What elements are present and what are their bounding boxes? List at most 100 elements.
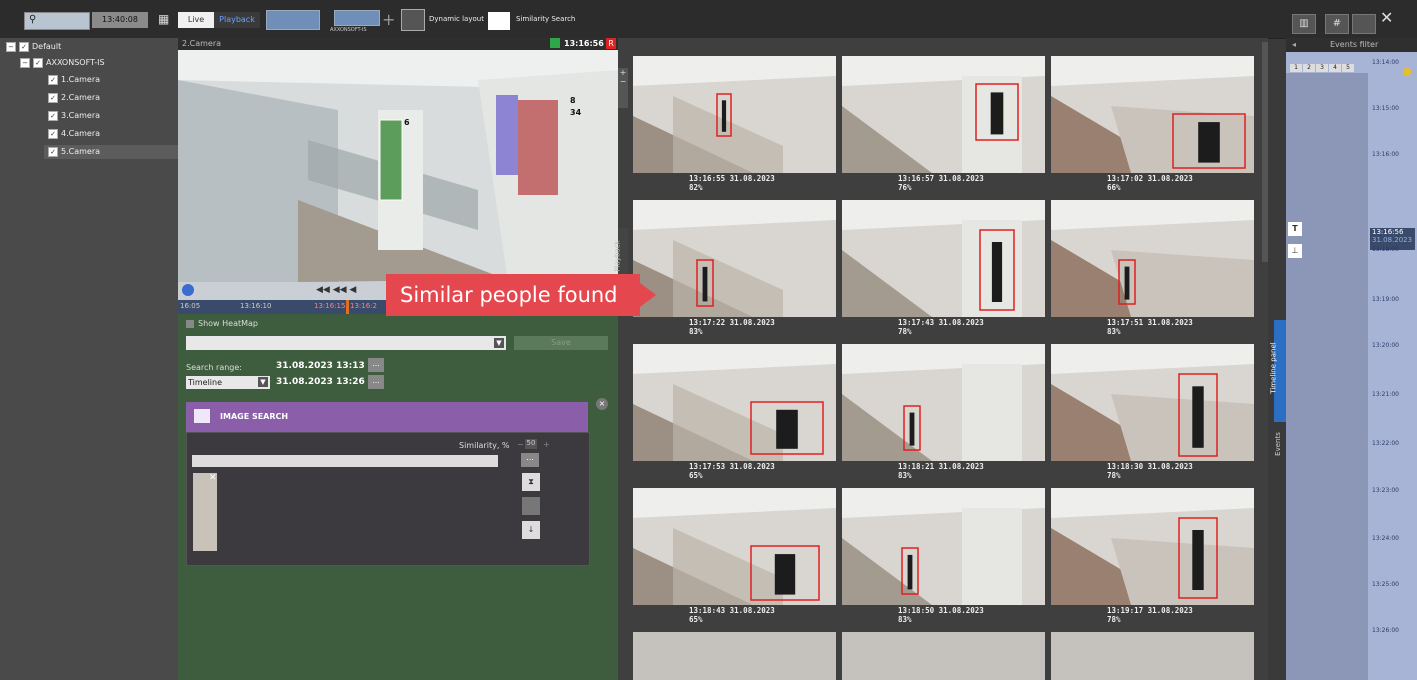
result-thumbnail[interactable] <box>1051 488 1254 605</box>
search-box[interactable]: ⚲ <box>24 12 90 30</box>
result-caption: 13:17:22 31.08.2023 83% <box>689 318 892 336</box>
grid-view-icon[interactable]: ▥ <box>1292 14 1316 34</box>
settings-tools-icon[interactable]: ✕ <box>1380 8 1402 32</box>
decrease-icon[interactable]: − <box>517 440 524 449</box>
camera-view[interactable]: 6 8 34 <box>178 50 618 282</box>
layout-thumbnail-1[interactable] <box>266 10 320 30</box>
image-path-input[interactable] <box>192 455 498 467</box>
column-header: 1 <box>1290 64 1302 72</box>
tree-camera[interactable]: ✓ 1.Camera <box>48 73 100 87</box>
alert-icon[interactable] <box>1403 68 1411 76</box>
checkbox-icon[interactable]: ✓ <box>19 41 29 52</box>
checkbox-icon[interactable]: ✓ <box>48 128 58 139</box>
chevron-down-icon[interactable]: ▼ <box>258 377 268 387</box>
person-search-icon[interactable] <box>522 497 540 515</box>
export-icon[interactable]: ⊥ <box>1288 244 1302 258</box>
result-score: 76% <box>898 183 912 192</box>
zoom-icon[interactable]: + − <box>618 68 628 108</box>
overlay-count: 8 <box>570 96 576 105</box>
rewind-icon[interactable]: ◀◀ ◀◀ ◀ <box>316 285 356 295</box>
time-mark: 13:21:00 <box>1372 391 1399 398</box>
dynamic-layout-label[interactable]: Dynamic layout <box>429 15 484 23</box>
download-icon[interactable]: ↓ <box>522 521 540 539</box>
result-thumbnail[interactable] <box>633 56 836 173</box>
collapse-icon[interactable]: − <box>20 57 30 68</box>
result-thumbnail[interactable] <box>633 632 836 680</box>
checkbox-icon[interactable]: ✓ <box>48 92 58 103</box>
result-thumbnail[interactable] <box>842 344 1045 461</box>
similarity-search-icon[interactable] <box>488 12 510 30</box>
heatmap-select[interactable]: ▼ <box>186 336 506 350</box>
result-caption: 13:18:21 31.08.2023 83% <box>898 462 1101 480</box>
result-thumbnail[interactable] <box>842 632 1045 680</box>
tree-camera[interactable]: ✓ 3.Camera <box>48 109 100 123</box>
result-thumbnail[interactable] <box>1051 344 1254 461</box>
clock-display[interactable]: 13:40:08 <box>92 12 148 28</box>
range-mode-select[interactable]: Timeline ▼ <box>186 376 270 389</box>
result-caption: 13:18:43 31.08.2023 65% <box>689 606 892 624</box>
result-thumbnail[interactable] <box>1051 632 1254 680</box>
playback-tab[interactable]: Playback <box>214 12 260 28</box>
result-thumbnail[interactable] <box>633 200 836 317</box>
result-thumbnail[interactable] <box>842 200 1045 317</box>
similarity-value[interactable]: 50 <box>525 439 537 449</box>
checkbox-icon[interactable]: ✓ <box>33 57 43 68</box>
live-tab[interactable]: Live <box>178 12 214 28</box>
current-date: 31.08.2023 <box>1372 236 1413 244</box>
time-mark: 13:16:00 <box>1372 151 1399 158</box>
tree-server[interactable]: − ✓ AXXONSOFT-IS <box>20 56 105 70</box>
result-score: 83% <box>898 471 912 480</box>
result-thumbnail[interactable] <box>1051 56 1254 173</box>
result-time: 13:16:57 31.08.2023 <box>898 174 984 183</box>
hourglass-icon[interactable]: ⧗ <box>522 473 540 491</box>
time-mark: 13:15:00 <box>1372 105 1399 112</box>
heatmap-checkbox[interactable] <box>186 320 194 328</box>
result-score: 78% <box>1107 615 1121 624</box>
events-filter-title: Events filter <box>1330 40 1379 49</box>
tree-camera[interactable]: ✓ 2.Camera <box>48 91 100 105</box>
timeline-cursor[interactable] <box>346 300 349 314</box>
increase-icon[interactable]: + <box>543 440 550 449</box>
rec-badge: R <box>606 38 616 49</box>
events-filter-header: ◂ Events filter <box>1286 38 1417 52</box>
browse-button[interactable]: ... <box>521 453 539 467</box>
checkbox-icon[interactable]: ✓ <box>48 146 58 157</box>
result-thumbnail[interactable] <box>633 488 836 605</box>
result-time: 13:19:17 31.08.2023 <box>1107 606 1193 615</box>
collapse-icon[interactable]: − <box>6 41 16 52</box>
single-view-icon[interactable] <box>1352 14 1376 34</box>
dynamic-layout-icon[interactable] <box>401 9 425 31</box>
tree-camera[interactable]: ✓ 4.Camera <box>48 127 100 141</box>
clock-icon[interactable] <box>182 284 194 296</box>
range-to-picker[interactable]: ... <box>368 375 384 389</box>
text-tool-icon[interactable]: T <box>1288 222 1302 236</box>
tree-root[interactable]: − ✓ Default <box>6 40 61 54</box>
checkbox-icon[interactable]: ✓ <box>48 74 58 85</box>
events-timeline[interactable]: ◂ Events filter 12345 T ⊥ 13:16:56 31.08… <box>1286 38 1417 680</box>
range-from-picker[interactable]: ... <box>368 358 384 372</box>
result-thumbnail[interactable] <box>1051 200 1254 317</box>
save-button[interactable]: Save <box>514 336 608 350</box>
checkbox-icon[interactable]: ✓ <box>48 110 58 121</box>
result-thumbnail[interactable] <box>633 344 836 461</box>
result-caption: 13:16:55 31.08.2023 82% <box>689 174 892 192</box>
collapse-icon[interactable]: ◂ <box>1292 40 1296 49</box>
result-thumbnail[interactable] <box>842 56 1045 173</box>
add-layout-icon[interactable]: + <box>382 10 395 29</box>
remove-image-icon[interactable]: ✕ <box>209 473 217 483</box>
close-icon[interactable]: × <box>596 398 608 410</box>
result-caption: 13:19:17 31.08.2023 78% <box>1107 606 1310 624</box>
results-scrollbar[interactable] <box>1262 42 1268 262</box>
similarity-search-label[interactable]: Similarity Search <box>516 15 575 23</box>
results-grid: + − Playback 13:16:55 31.08.2023 82% 13:16:… <box>614 38 1268 680</box>
result-thumbnail[interactable] <box>842 488 1045 605</box>
layout-thumbnail-2[interactable] <box>334 10 380 26</box>
hash-view-icon[interactable]: # <box>1325 14 1349 34</box>
tree-camera-selected[interactable]: ✓ 5.Camera <box>44 145 178 159</box>
result-score: 83% <box>898 615 912 624</box>
query-image <box>193 473 217 551</box>
pause-icon[interactable] <box>550 38 560 48</box>
layout-grid-icon[interactable]: ▦ <box>158 12 172 26</box>
callout-similar-people: Similar people found <box>386 274 656 316</box>
chevron-down-icon[interactable]: ▼ <box>494 338 504 348</box>
